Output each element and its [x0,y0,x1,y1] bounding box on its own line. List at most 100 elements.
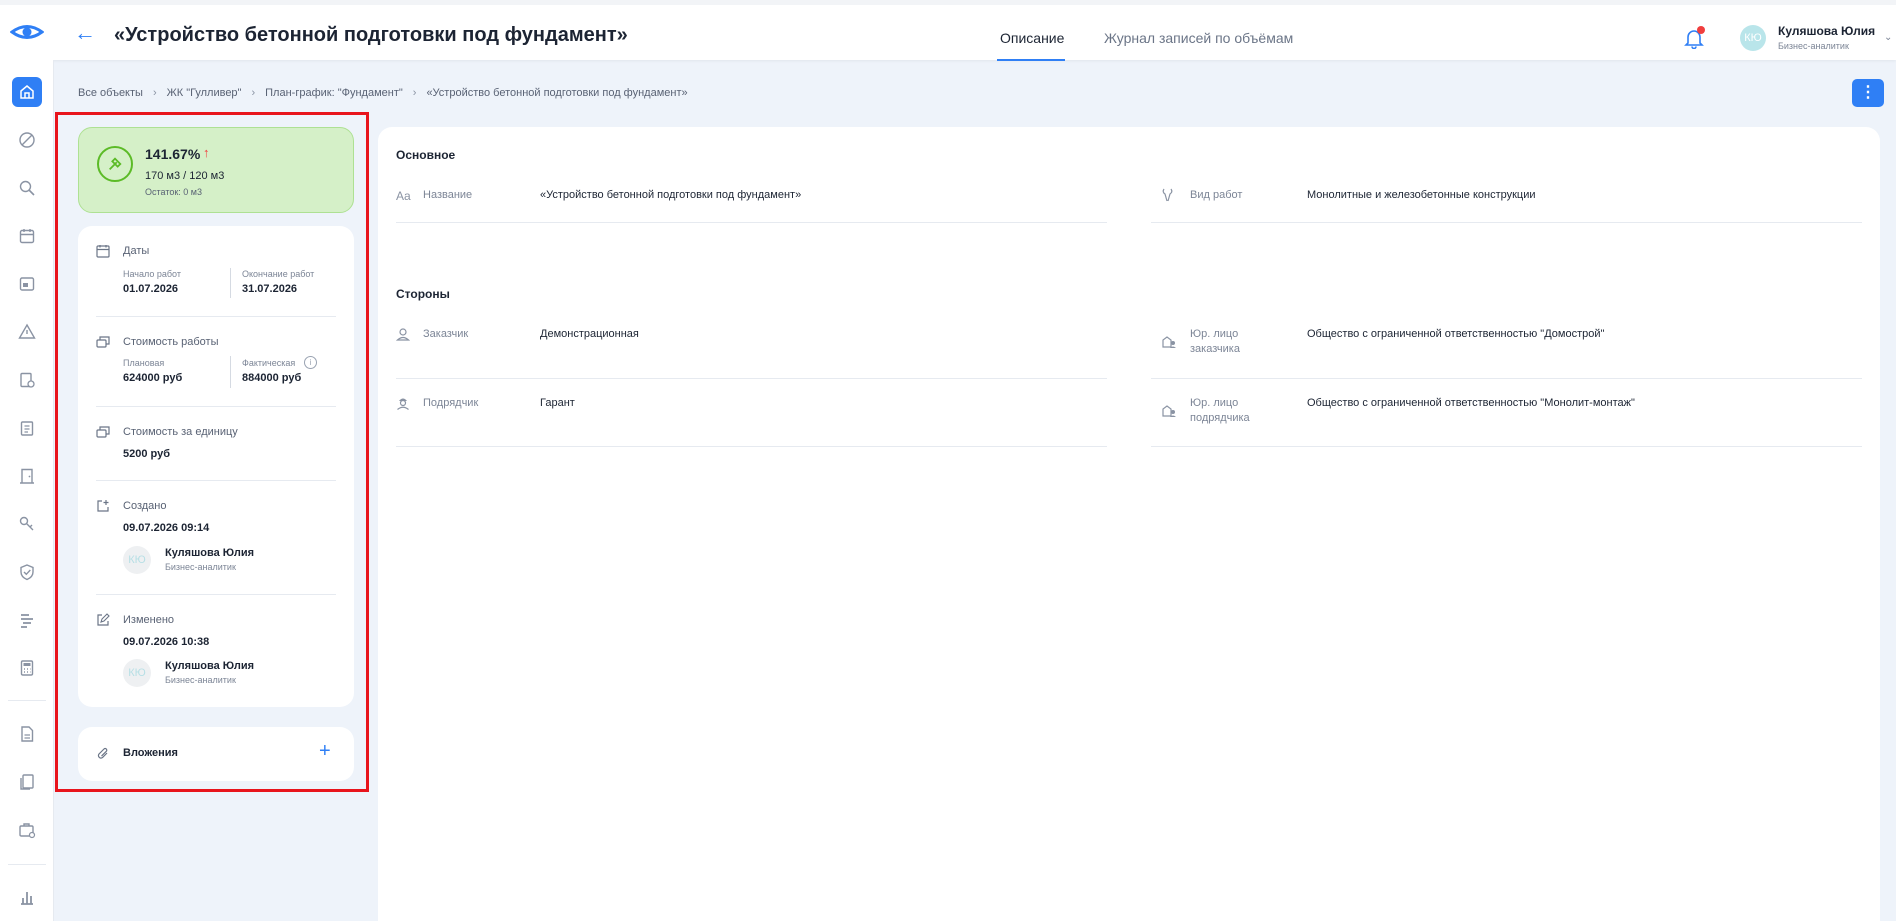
home-icon [20,85,34,99]
cost-title: Стоимость работы [123,336,219,348]
sidebar-item-warnings[interactable] [12,317,42,347]
user-name[interactable]: Куляшова Юлия [1778,24,1875,38]
sidebar-divider [8,864,46,865]
shield-icon [20,564,34,581]
search-icon [19,180,35,196]
wrench-icon [1162,188,1173,202]
info-icon[interactable]: i [304,356,317,369]
chevron-down-icon[interactable]: ⌄ [1884,32,1892,43]
company-icon [1162,405,1176,417]
sidebar-item-documents[interactable] [12,767,42,797]
contractor-label: Подрядчик [423,397,479,409]
clipboard-icon [20,421,34,436]
breadcrumb-item[interactable]: Все объекты [78,87,143,99]
actual-cost-label: Фактическая [242,358,296,368]
dates-title: Даты [123,245,150,257]
sidebar-item-calculator[interactable] [12,653,42,683]
sidebar [0,60,54,921]
sidebar-item-clipboard[interactable] [12,413,42,443]
sidebar-item-gantt[interactable] [12,605,42,635]
tab-description[interactable]: Описание [1000,30,1064,46]
eye-logo-icon[interactable] [10,19,44,45]
door-icon [20,468,34,484]
user-avatar[interactable]: КЮ [1740,25,1766,51]
window-icon [19,277,35,291]
unit-cost-title: Стоимость за единицу [123,426,238,438]
progress-volume: 170 м3 / 120 м3 [145,170,225,182]
sidebar-item-document[interactable] [12,719,42,749]
name-value: «Устройство бетонной подготовки под фунд… [540,189,802,201]
customer-entity-label: заказчика [1190,343,1240,355]
name-label: Название [423,189,473,201]
modifier-name: Куляшова Юлия [165,660,255,672]
documents-icon [20,774,34,790]
creator-role: Бизнес-аналитик [165,562,236,572]
schedule-icon [20,372,35,388]
money-icon [96,426,110,438]
unit-cost-value: 5200 руб [123,448,171,460]
end-date-label: Окончание работ [242,269,315,279]
more-options-button[interactable]: ⋮ [1852,79,1884,107]
add-document-icon [97,500,109,512]
sidebar-item-search[interactable] [12,173,42,203]
divider [1151,446,1862,447]
page-title: «Устройство бетонной подготовки под фунд… [114,24,628,46]
modifier-role: Бизнес-аналитик [165,675,236,685]
divider [396,378,1107,379]
details-card: Даты Начало работ 01.07.2026 Окончание р… [78,226,354,707]
sidebar-item-calendar[interactable] [12,221,42,251]
sidebar-item-analytics[interactable] [12,882,42,912]
chevron-right-icon: › [251,87,256,99]
attachments-card[interactable]: Вложения + [78,727,354,781]
sidebar-divider [8,700,46,701]
sidebar-item-briefcase[interactable] [12,815,42,845]
user-icon [396,328,410,341]
divider [1151,378,1862,379]
paperclip-icon [97,747,108,759]
avatar: КЮ [123,659,151,687]
work-type-value: Монолитные и железобетонные конструкции [1307,189,1536,201]
breadcrumb-item-current: «Устройство бетонной подготовки под фунд… [426,87,688,99]
progress-percent: 141.67% [145,146,201,162]
progress-card: 141.67% ↑ 170 м3 / 120 м3 Остаток: 0 м3 [78,127,354,213]
sidebar-item-cancelled[interactable] [12,125,42,155]
breadcrumb-item[interactable]: План-график: "Фундамент" [265,87,403,99]
breadcrumb: Все объекты › ЖК "Гулливер" › План-графи… [78,87,688,99]
progress-rest: Остаток: 0 м3 [145,187,202,197]
divider [230,356,231,388]
breadcrumb-item[interactable]: ЖК "Гулливер" [167,87,242,99]
top-header: ← «Устройство бетонной подготовки под фу… [0,0,1896,61]
planned-cost-value: 624000 руб [123,372,183,384]
sidebar-item-keys[interactable] [12,509,42,539]
cancel-circle-icon [19,132,35,148]
calendar-icon [19,229,35,244]
creator-name: Куляшова Юлия [165,547,255,559]
key-icon [19,516,34,531]
divider [96,480,336,481]
tab-volume-journal[interactable]: Журнал записей по объёмам [1104,30,1293,46]
divider [96,594,336,595]
sidebar-item-door[interactable] [12,461,42,491]
sidebar-item-home[interactable] [12,77,42,107]
add-attachment-icon[interactable]: + [319,740,331,763]
sidebar-item-window[interactable] [12,269,42,299]
customer-value: Демонстрационная [540,328,639,340]
calendar-icon [96,245,110,258]
bar-chart-icon [21,892,33,905]
sidebar-item-schedule[interactable] [12,365,42,395]
end-date-value: 31.07.2026 [242,283,298,295]
sidebar-item-security[interactable] [12,557,42,587]
created-title: Создано [123,500,167,512]
planned-cost-label: Плановая [123,358,165,368]
divider [96,406,336,407]
back-arrow-icon[interactable]: ← [74,22,98,44]
divider [396,446,1107,447]
divider [96,316,336,317]
avatar: КЮ [123,546,151,574]
gantt-icon [21,614,33,628]
money-icon [96,336,110,348]
chevron-right-icon: › [412,87,417,99]
start-date-label: Начало работ [123,269,181,279]
edit-icon [97,613,110,626]
contractor-entity-label: подрядчика [1190,412,1250,424]
